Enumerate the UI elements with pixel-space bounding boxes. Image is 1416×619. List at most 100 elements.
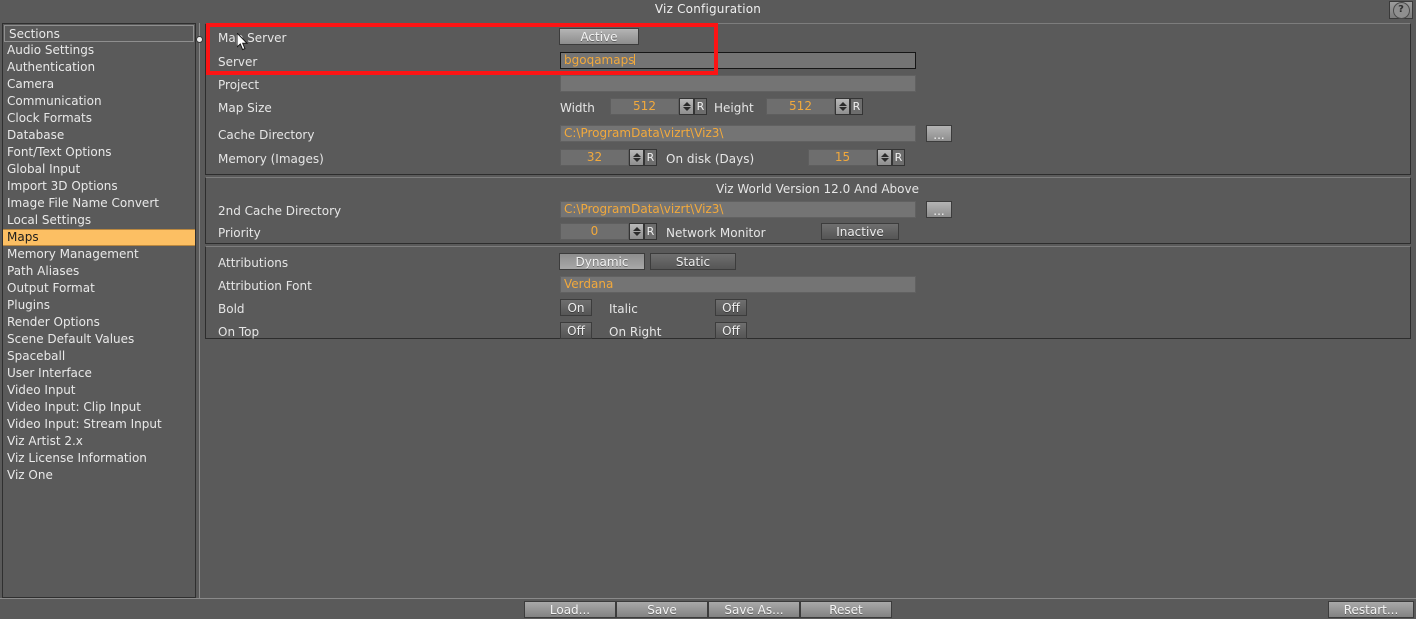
sidebar-item-viz-one[interactable]: Viz One — [3, 467, 195, 484]
memory-images-spinner[interactable] — [629, 149, 644, 166]
network-monitor-toggle-button[interactable]: Inactive — [821, 223, 899, 240]
cache-directory-browse-button[interactable]: ... — [926, 125, 952, 142]
spinner-down-icon[interactable] — [880, 158, 889, 162]
sidebar-item-path-aliases[interactable]: Path Aliases — [3, 263, 195, 280]
sidebar-item-image-file-name-convert[interactable]: Image File Name Convert — [3, 195, 195, 212]
sidebar-item-font-text-options[interactable]: Font/Text Options — [3, 144, 195, 161]
footer-divider — [0, 598, 1416, 599]
attribution-font-input[interactable]: Verdana — [560, 276, 916, 293]
map-server-active-button[interactable]: Active — [559, 28, 639, 45]
cache-directory-input[interactable]: C:\ProgramData\vizrt\Viz3\ — [560, 125, 916, 142]
bold-toggle-button[interactable]: On — [560, 299, 592, 316]
italic-label: Italic — [609, 302, 638, 316]
sidebar-item-clock-formats[interactable]: Clock Formats — [3, 110, 195, 127]
cache-directory-label: Cache Directory — [218, 128, 315, 142]
height-spinner[interactable] — [835, 98, 850, 115]
sidebar-item-global-input[interactable]: Global Input — [3, 161, 195, 178]
priority-spinner[interactable] — [629, 223, 644, 240]
project-input[interactable] — [560, 75, 916, 92]
spinner-up-icon[interactable] — [682, 102, 691, 106]
attribution-font-row: Attribution Font Verdana — [206, 275, 1406, 298]
spinner-down-icon[interactable] — [682, 107, 691, 111]
sidebar-item-import-3d-options[interactable]: Import 3D Options — [3, 178, 195, 195]
sidebar-item-local-settings[interactable]: Local Settings — [3, 212, 195, 229]
memory-images-reset-button[interactable]: R — [644, 149, 657, 166]
load-button[interactable]: Load... — [524, 601, 616, 618]
sidebar-item-viz-license-information[interactable]: Viz License Information — [3, 450, 195, 467]
on-disk-days-reset-button[interactable]: R — [892, 149, 905, 166]
save-as-button[interactable]: Save As... — [708, 601, 800, 618]
on-disk-days-label: On disk (Days) — [666, 152, 755, 166]
bold-italic-row: Bold On Italic Off — [206, 298, 1406, 321]
sidebar-item-authentication[interactable]: Authentication — [3, 59, 195, 76]
sections-sidebar[interactable]: Sections Audio Settings Authentication C… — [2, 23, 196, 598]
width-reset-button[interactable]: R — [694, 98, 707, 115]
reset-button[interactable]: Reset — [800, 601, 892, 618]
spinner-up-icon[interactable] — [880, 153, 889, 157]
bold-label: Bold — [218, 302, 245, 316]
memory-images-input[interactable]: 32 — [560, 149, 629, 166]
help-button[interactable]: ? — [1389, 1, 1413, 19]
map-size-label: Map Size — [218, 101, 272, 115]
sidebar-list[interactable]: Audio Settings Authentication Camera Com… — [3, 42, 195, 484]
sidebar-item-audio-settings[interactable]: Audio Settings — [3, 42, 195, 59]
save-button[interactable]: Save — [616, 601, 708, 618]
height-reset-button[interactable]: R — [850, 98, 863, 115]
second-cache-directory-row: 2nd Cache Directory C:\ProgramData\vizrt… — [206, 200, 1406, 223]
priority-reset-button[interactable]: R — [644, 223, 657, 240]
sidebar-item-spaceball[interactable]: Spaceball — [3, 348, 195, 365]
project-label: Project — [218, 78, 260, 92]
map-server-group: Map Server Active Server bgoqamaps Proje… — [205, 23, 1411, 175]
second-cache-group: Viz World Version 12.0 And Above 2nd Cac… — [205, 177, 1411, 244]
italic-toggle-button[interactable]: Off — [715, 299, 747, 316]
spinner-down-icon[interactable] — [632, 232, 641, 236]
height-input[interactable]: 512 — [766, 98, 835, 115]
width-spinner[interactable] — [679, 98, 694, 115]
on-disk-days-spinner[interactable] — [877, 149, 892, 166]
maps-settings-panel: Map Server Active Server bgoqamaps Proje… — [205, 23, 1411, 598]
attributions-row: Attributions Dynamic Static — [206, 252, 1406, 275]
width-input[interactable]: 512 — [610, 98, 679, 115]
sidebar-item-maps[interactable]: Maps — [3, 229, 195, 246]
viz-world-version-note: Viz World Version 12.0 And Above — [716, 182, 919, 196]
sidebar-item-user-interface[interactable]: User Interface — [3, 365, 195, 382]
sidebar-item-communication[interactable]: Communication — [3, 93, 195, 110]
sidebar-item-video-input-clip-input[interactable]: Video Input: Clip Input — [3, 399, 195, 416]
spinner-down-icon[interactable] — [632, 158, 641, 162]
spinner-up-icon[interactable] — [632, 153, 641, 157]
sidebar-item-video-input[interactable]: Video Input — [3, 382, 195, 399]
server-label: Server — [218, 55, 258, 69]
priority-input[interactable]: 0 — [560, 223, 629, 240]
memory-images-label: Memory (Images) — [218, 152, 324, 166]
sidebar-item-output-format[interactable]: Output Format — [3, 280, 195, 297]
memory-row: Memory (Images) 32 R On disk (Days) 15 R — [206, 148, 1406, 171]
sidebar-item-database[interactable]: Database — [3, 127, 195, 144]
second-cache-directory-input[interactable]: C:\ProgramData\vizrt\Viz3\ — [560, 201, 916, 218]
attributions-static-button[interactable]: Static — [650, 253, 736, 270]
width-label: Width — [560, 101, 595, 115]
sidebar-item-video-input-stream-input[interactable]: Video Input: Stream Input — [3, 416, 195, 433]
splitter-handle[interactable] — [196, 36, 203, 43]
sidebar-splitter[interactable] — [199, 23, 200, 598]
text-caret — [634, 54, 636, 65]
on-top-toggle-button[interactable]: Off — [560, 322, 592, 339]
sidebar-item-memory-management[interactable]: Memory Management — [3, 246, 195, 263]
network-monitor-label: Network Monitor — [666, 226, 766, 240]
sidebar-item-viz-artist-2x[interactable]: Viz Artist 2.x — [3, 433, 195, 450]
restart-button[interactable]: Restart... — [1328, 601, 1414, 618]
server-input[interactable]: bgoqamaps — [560, 52, 916, 69]
sidebar-item-scene-default-values[interactable]: Scene Default Values — [3, 331, 195, 348]
window-title: Viz Configuration — [654, 2, 762, 16]
second-cache-directory-browse-button[interactable]: ... — [926, 201, 952, 218]
spinner-up-icon[interactable] — [632, 227, 641, 231]
sidebar-item-plugins[interactable]: Plugins — [3, 297, 195, 314]
on-right-toggle-button[interactable]: Off — [715, 322, 747, 339]
on-disk-days-input[interactable]: 15 — [808, 149, 877, 166]
attributions-dynamic-button[interactable]: Dynamic — [559, 253, 645, 270]
sidebar-item-render-options[interactable]: Render Options — [3, 314, 195, 331]
spinner-up-icon[interactable] — [838, 102, 847, 106]
sidebar-item-camera[interactable]: Camera — [3, 76, 195, 93]
spinner-down-icon[interactable] — [838, 107, 847, 111]
sidebar-header: Sections — [4, 25, 194, 42]
project-row: Project — [206, 74, 1406, 97]
